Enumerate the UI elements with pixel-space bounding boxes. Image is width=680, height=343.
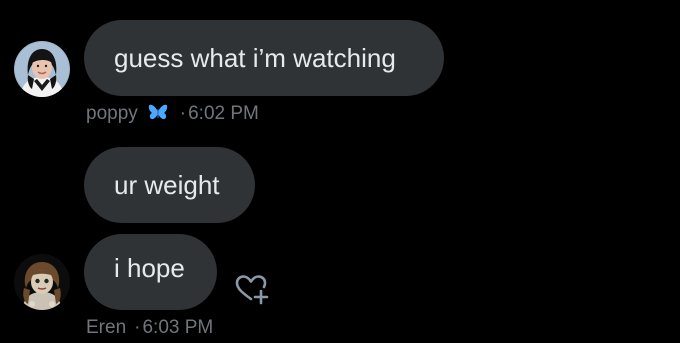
avatar[interactable] [14, 254, 70, 310]
message-text: ur weight [114, 170, 220, 200]
message-meta: poppy · 6:02 PM [86, 102, 259, 126]
meta-separator: · [134, 317, 141, 338]
avatar[interactable] [14, 41, 70, 97]
add-reaction-button[interactable] [232, 273, 272, 307]
message-bubble[interactable]: guess what i’m watching [84, 20, 444, 96]
message-text: guess what i’m watching [114, 43, 396, 73]
message-meta: Eren · 6:03 PM [86, 317, 213, 339]
message-timestamp: 6:02 PM [188, 103, 259, 124]
add-reaction-heart-icon [235, 275, 269, 305]
sender-name[interactable]: Eren [86, 317, 126, 339]
meta-separator: · [179, 103, 187, 124]
profile-photo-icon [14, 254, 70, 310]
butterfly-icon [148, 103, 168, 127]
message-bubble[interactable]: i hope [84, 234, 217, 310]
message-bubble[interactable]: ur weight [84, 147, 255, 223]
sender-name[interactable]: poppy [86, 103, 138, 125]
message-timestamp: 6:03 PM [142, 317, 214, 338]
message-text: i hope [114, 253, 185, 283]
profile-photo-icon [14, 41, 70, 97]
